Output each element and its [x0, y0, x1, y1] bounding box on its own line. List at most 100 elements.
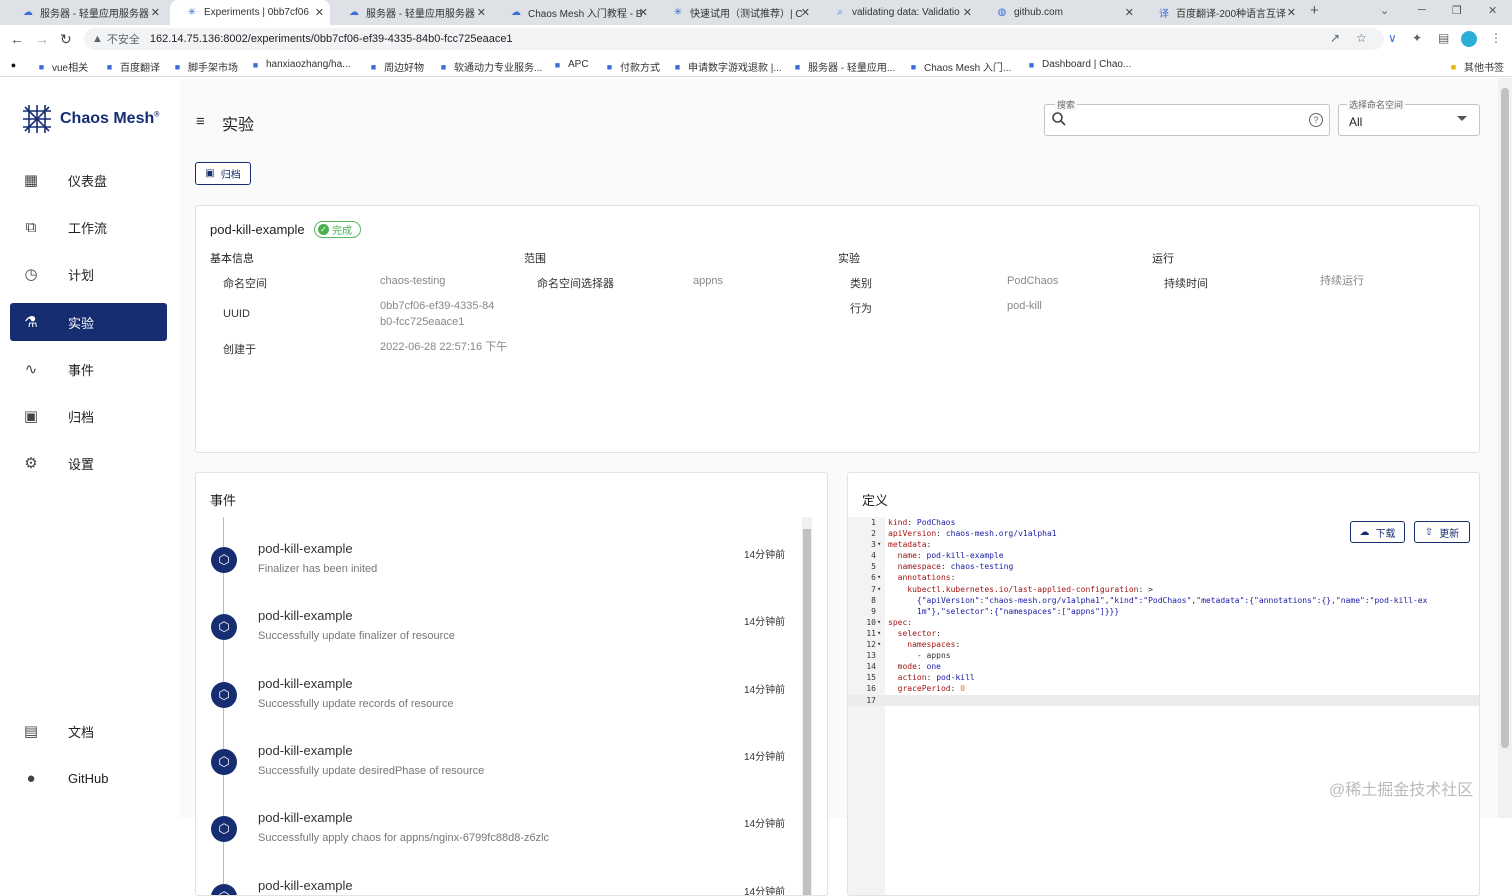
- profile-avatar[interactable]: [1461, 31, 1477, 47]
- event-name: pod-kill-example: [258, 676, 353, 691]
- fold-toggle-icon[interactable]: ▾: [877, 572, 881, 583]
- close-icon[interactable]: ✕: [1287, 6, 1296, 19]
- code-line: 7 ▾ kubectl.kubernetes.io/last-applied-co…: [848, 584, 1479, 595]
- code-text: apiVersion: chaos-mesh.org/v1alpha1: [888, 529, 1057, 539]
- logo[interactable]: Chaos Mesh®: [20, 102, 159, 136]
- section-basic: 基本信息: [210, 253, 254, 265]
- line-number: 10: [866, 617, 876, 627]
- browser-tab[interactable]: ◍ github.com ✕: [980, 0, 1140, 25]
- back-icon[interactable]: ←: [10, 31, 24, 47]
- bookmark-item[interactable]: ■ 申请数字游戏退款 |...: [672, 59, 782, 75]
- code-line: 10 ▾ spec:: [848, 617, 1479, 628]
- close-icon[interactable]: ✕: [801, 6, 810, 19]
- events-scrollbar[interactable]: [802, 517, 812, 895]
- bookmark-item[interactable]: ■ hanxiaozhang/ha...: [250, 59, 351, 70]
- bookmark-item[interactable]: ■ Dashboard | Chao...: [1026, 59, 1132, 70]
- bookmark-item[interactable]: ■ APC: [552, 59, 589, 70]
- bookmark-item[interactable]: ■ Chaos Mesh 入门...: [908, 59, 1011, 75]
- window-close-icon[interactable]: ✕: [1488, 4, 1497, 17]
- minimize-icon[interactable]: ─: [1418, 4, 1426, 16]
- bookmark-item[interactable]: ■ 脚手架市场: [172, 59, 238, 75]
- bookmark-item[interactable]: ■ 周边好物: [368, 59, 424, 75]
- close-icon[interactable]: ✕: [1125, 6, 1134, 19]
- info-value: chaos-testing: [380, 275, 446, 287]
- sidebar: Chaos Mesh® ▦ 仪表盘 ⧉ 工作流 ◷ 计划 ⚗ 实验 ∿ 事件 ▣ 归档 ⚙ 设置 ▤ 文档 ● G…: [0, 78, 180, 818]
- bookmark-icon: ■: [910, 61, 917, 72]
- star-icon[interactable]: ☆: [1356, 31, 1367, 45]
- yaml-editor[interactable]: 1 kind: PodChaos 2 apiVersion: chaos-mesh.o…: [848, 517, 1479, 706]
- bookmark-icon: ■: [174, 61, 181, 72]
- bookmark-icon: ■: [38, 61, 45, 72]
- browser-tab[interactable]: ☁ Chaos Mesh 入门教程 - B ✕: [494, 0, 654, 25]
- bookmark-item[interactable]: ■ 服务器 - 轻量应用...: [792, 59, 895, 75]
- fold-toggle-icon[interactable]: ▾: [877, 639, 881, 650]
- browser-tab[interactable]: ✳ 快速试用（测试推荐）| C ✕: [656, 0, 816, 25]
- url-text[interactable]: 162.14.75.136:8002/experiments/0bb7cf06-…: [150, 33, 513, 45]
- events-card: 事件 ⬡ pod-kill-example Finalizer has been i…: [195, 472, 828, 896]
- code-text: action: pod-kill: [897, 673, 975, 683]
- code-line: 12 ▾ namespaces:: [848, 639, 1479, 650]
- sidebar-link[interactable]: ● GitHub: [10, 759, 167, 797]
- sidepanel-icon[interactable]: ▤: [1438, 31, 1449, 45]
- code-line: 4 name: pod-kill-example: [848, 550, 1479, 561]
- help-icon[interactable]: ?: [1309, 113, 1323, 127]
- menu-collapse-icon[interactable]: ≡: [196, 113, 205, 130]
- namespace-select[interactable]: 选择命名空间 All: [1338, 98, 1480, 136]
- browser-tab[interactable]: ☁ 服务器 - 轻量应用服务器 ✕: [332, 0, 492, 25]
- puzzle-icon[interactable]: ✦: [1412, 31, 1422, 45]
- search-input[interactable]: 搜索 ?: [1044, 98, 1330, 136]
- fold-toggle-icon[interactable]: ▾: [877, 617, 881, 628]
- archive-button[interactable]: ▣ 归档: [195, 162, 251, 185]
- sidebar-item-label: 实验: [68, 315, 95, 331]
- clock-icon: ◷: [24, 266, 38, 283]
- menu-dots-icon[interactable]: ⋮: [1490, 31, 1502, 45]
- browser-tab[interactable]: ✳ Experiments | 0bb7cf06 ✕: [170, 0, 330, 25]
- tab-search-icon[interactable]: ⌄: [1380, 4, 1389, 17]
- restore-icon[interactable]: ❐: [1452, 4, 1462, 17]
- bookmark-item[interactable]: ■ 付款方式: [604, 59, 660, 75]
- sidebar-link[interactable]: ▤ 文档: [10, 712, 167, 750]
- cloud-icon: ☁: [23, 7, 33, 18]
- browser-tab[interactable]: ☁ 服务器 - 轻量应用服务器 ✕: [6, 0, 166, 25]
- other-bookmarks[interactable]: ■ 其他书签: [1448, 59, 1504, 75]
- download-button[interactable]: ☁ 下载: [1350, 521, 1405, 543]
- bookmark-label: 申请数字游戏退款 |...: [688, 63, 782, 74]
- cube-icon: ⬡: [211, 884, 237, 895]
- code-line: 8 {"apiVersion":"chaos-mesh.org/v1alpha1…: [848, 595, 1479, 606]
- sidebar-item[interactable]: ⚙ 设置: [10, 444, 167, 482]
- page-scrollbar[interactable]: [1498, 78, 1512, 818]
- fold-toggle-icon[interactable]: ▾: [877, 628, 881, 639]
- omnibox[interactable]: ▲ 不安全 162.14.75.136:8002/experiments/0bb…: [84, 28, 1384, 50]
- close-icon[interactable]: ✕: [477, 6, 486, 19]
- github-icon[interactable]: ●: [8, 59, 24, 70]
- sidebar-item[interactable]: ⧉ 工作流: [10, 208, 167, 246]
- share-icon[interactable]: ↗: [1330, 31, 1340, 45]
- sidebar-item[interactable]: ⚗ 实验: [10, 303, 167, 341]
- bookmark-item[interactable]: ■ 百度翻译: [104, 59, 160, 75]
- extension-icon[interactable]: ∨: [1388, 31, 1397, 45]
- sidebar-item[interactable]: ▣ 归档: [10, 397, 167, 435]
- fold-toggle-icon[interactable]: ▾: [877, 584, 881, 595]
- cube-icon: ⬡: [211, 749, 237, 775]
- sidebar-item[interactable]: ◷ 计划: [10, 255, 167, 293]
- close-icon[interactable]: ✕: [639, 6, 648, 19]
- line-number: 8: [871, 595, 876, 605]
- reload-icon[interactable]: ↻: [60, 31, 72, 48]
- bookmark-item[interactable]: ■ vue相关: [36, 59, 88, 75]
- watermark: @稀土掘金技术社区: [1329, 782, 1474, 799]
- close-icon[interactable]: ✕: [151, 6, 160, 19]
- folder-icon: ■: [1450, 61, 1457, 72]
- bookmark-item[interactable]: ■ 软通动力专业服务...: [438, 59, 543, 75]
- sidebar-item[interactable]: ▦ 仪表盘: [10, 161, 167, 199]
- close-icon[interactable]: ✕: [963, 6, 972, 19]
- fold-toggle-icon[interactable]: ▾: [877, 539, 881, 550]
- forward-icon[interactable]: →: [35, 31, 49, 47]
- browser-tab[interactable]: 译百度翻译-200种语言互译 ✕: [1142, 0, 1302, 25]
- browser-tab[interactable]: ⌕ validating data: Validatio ✕: [818, 0, 978, 25]
- close-icon[interactable]: ✕: [315, 6, 324, 19]
- event-time: 14分钟前: [744, 685, 786, 696]
- update-button[interactable]: ⇧ 更新: [1414, 521, 1470, 543]
- sidebar-item[interactable]: ∿ 事件: [10, 350, 167, 388]
- new-tab-icon[interactable]: +: [1310, 2, 1319, 19]
- bookmark-label: 脚手架市场: [188, 63, 238, 74]
